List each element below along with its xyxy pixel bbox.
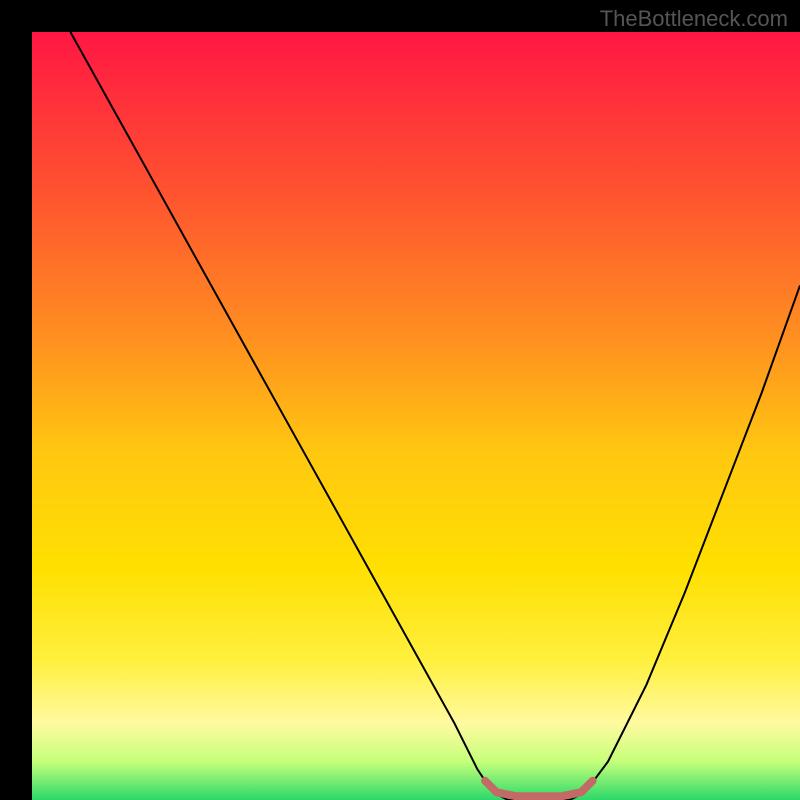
- watermark-label: TheBottleneck.com: [600, 6, 788, 32]
- bottleneck-chart: [0, 0, 800, 800]
- gradient-background: [32, 32, 800, 800]
- chart-container: TheBottleneck.com: [0, 0, 800, 800]
